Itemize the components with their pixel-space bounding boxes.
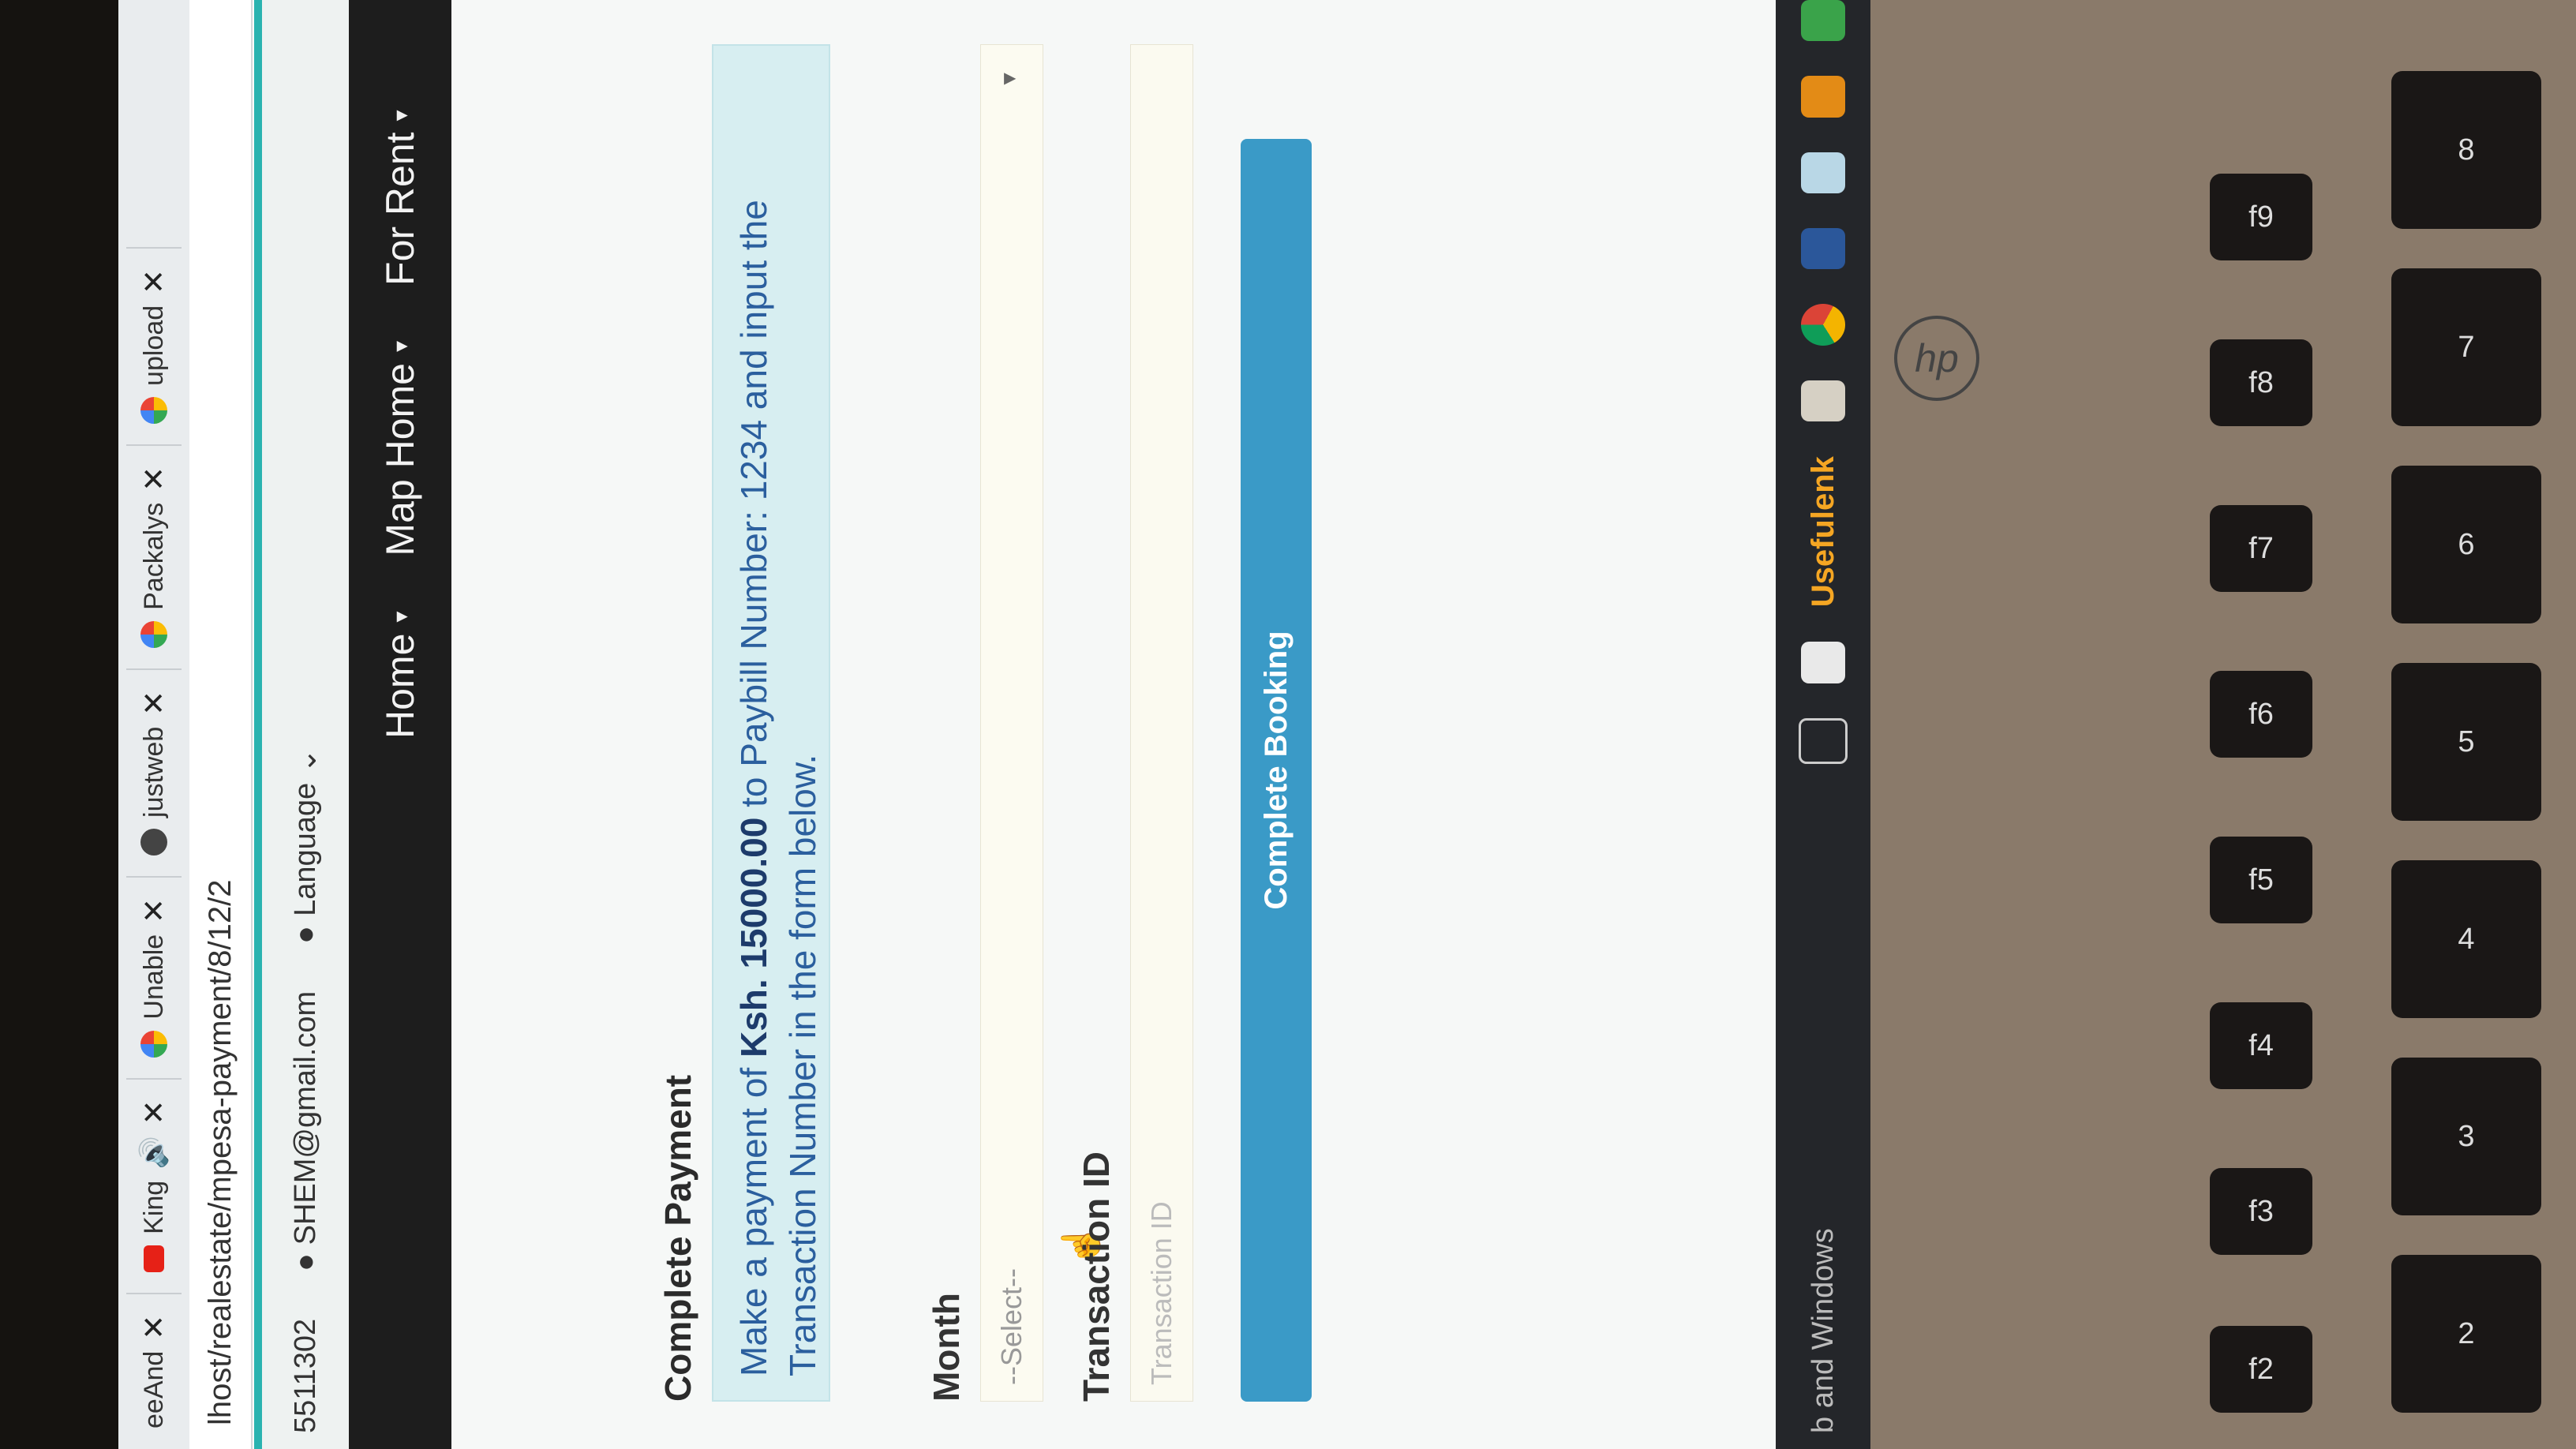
hp-logo: hp: [1894, 316, 1979, 401]
month-select-value: --Select--: [995, 1267, 1028, 1385]
language-label: Language: [288, 782, 322, 916]
nav-home-label: Home: [378, 633, 422, 739]
key-7: 7: [2391, 268, 2541, 426]
tab-3-label: justweb: [138, 726, 169, 818]
google-icon: [140, 1030, 167, 1058]
globe-icon: ●: [288, 925, 322, 944]
app-icon-green[interactable]: [1801, 0, 1845, 42]
transaction-id-input[interactable]: Transaction ID: [1130, 44, 1193, 1402]
screen: eeAnd ✕ King 🔊 ✕ Unable ✕ justweb ✕ Pack…: [118, 0, 1870, 1449]
transaction-id-placeholder: Transaction ID: [1145, 1201, 1178, 1385]
close-icon[interactable]: ✕: [137, 1100, 172, 1125]
chat-icon: ●: [288, 1252, 322, 1271]
chevron-down-icon: ⌄: [289, 747, 323, 773]
taskbar-search[interactable]: b and Windows: [1807, 799, 1840, 1433]
phone-number: 5511302: [288, 1318, 322, 1433]
month-label: Month: [926, 1293, 967, 1402]
key-f9: f9: [2210, 174, 2312, 260]
nav-map-home[interactable]: Map Home ▾: [377, 341, 423, 556]
tab-0[interactable]: eeAnd ✕: [126, 1292, 182, 1449]
email-text: SHEM@gmail.com: [288, 990, 322, 1245]
tab-1[interactable]: King 🔊 ✕: [126, 1077, 182, 1293]
language-selector[interactable]: ● Language ⌄: [288, 748, 324, 944]
info-prefix: Make a payment of: [733, 1058, 774, 1376]
file-explorer-icon[interactable]: [1801, 380, 1845, 422]
tab-2[interactable]: Unable ✕: [126, 875, 182, 1078]
key-2: 2: [2391, 1255, 2541, 1413]
usefulenk-label: Usefulenk: [1805, 456, 1840, 608]
dropdown-arrow-icon: ▼: [997, 69, 1020, 89]
app-icon[interactable]: [1801, 76, 1845, 118]
nav-for-rent[interactable]: For Rent ▾: [377, 110, 423, 286]
close-icon[interactable]: ✕: [137, 898, 172, 923]
address-text: lhost/realestate/mpesa-payment/8/12/2: [202, 879, 238, 1425]
close-icon[interactable]: ✕: [137, 466, 172, 492]
globe-icon: [140, 828, 167, 856]
close-icon[interactable]: ✕: [137, 691, 172, 716]
audio-icon[interactable]: 🔊: [138, 1136, 170, 1169]
nav-home[interactable]: Home ▾: [377, 612, 423, 739]
usefulenk-app[interactable]: Usefulenk: [1806, 456, 1841, 607]
payment-instructions: Make a payment of Ksh. 15000.00 to Paybi…: [712, 44, 830, 1402]
caret-down-icon: ▾: [388, 340, 413, 353]
tab-2-label: Unable: [138, 934, 169, 1020]
accent-divider: [254, 0, 262, 1449]
taskbar-search-text: b and Windows: [1806, 1228, 1840, 1433]
key-8: 8: [2391, 71, 2541, 229]
word-icon[interactable]: [1801, 228, 1845, 270]
tab-5-label: upload: [138, 305, 169, 386]
tab-4-label: Packalys: [138, 502, 169, 610]
key-4: 4: [2391, 860, 2541, 1018]
key-3: 3: [2391, 1058, 2541, 1215]
key-f8: f8: [2210, 339, 2312, 426]
photos-icon[interactable]: [1801, 152, 1845, 194]
key-f5: f5: [2210, 837, 2312, 923]
transaction-id-label: Transaction ID: [1076, 1151, 1117, 1402]
month-select[interactable]: --Select-- ▼: [980, 44, 1043, 1402]
payment-amount: Ksh. 15000.00: [733, 817, 774, 1058]
page-title: Complete Payment: [657, 1074, 698, 1402]
tab-strip: eeAnd ✕ King 🔊 ✕ Unable ✕ justweb ✕ Pack…: [118, 0, 189, 1449]
youtube-icon: [144, 1245, 164, 1272]
close-icon[interactable]: ✕: [137, 269, 172, 294]
tab-3[interactable]: justweb ✕: [126, 668, 182, 876]
main-nav: Home ▾ Map Home ▾ For Rent ▾: [349, 0, 451, 1449]
caret-down-icon: ▾: [388, 611, 413, 623]
email-address[interactable]: ● SHEM@gmail.com: [289, 991, 323, 1271]
google-icon: [140, 396, 167, 424]
windows-taskbar: b and Windows Usefulenk: [1776, 0, 1870, 1449]
tab-4[interactable]: Packalys ✕: [126, 444, 182, 668]
key-f3: f3: [2210, 1168, 2312, 1255]
key-6: 6: [2391, 466, 2541, 623]
caret-down-icon: ▾: [388, 110, 413, 122]
task-view-icon[interactable]: [1799, 717, 1848, 764]
store-icon[interactable]: [1801, 642, 1845, 683]
nav-for-rent-label: For Rent: [378, 132, 422, 286]
tab-1-label: King: [138, 1180, 169, 1234]
key-f4: f4: [2210, 1002, 2312, 1089]
close-icon[interactable]: ✕: [137, 1315, 172, 1340]
address-bar[interactable]: lhost/realestate/mpesa-payment/8/12/2: [189, 0, 253, 1449]
chrome-icon[interactable]: [1801, 304, 1845, 346]
site-topbar: 5511302 ● SHEM@gmail.com ● Language ⌄: [262, 0, 349, 1449]
tab-5[interactable]: upload ✕: [126, 247, 182, 444]
laptop-bezel: [0, 0, 118, 1449]
page-content: Complete Payment Make a payment of Ksh. …: [451, 0, 1870, 1449]
tab-0-label: eeAnd: [138, 1350, 169, 1428]
key-f6: f6: [2210, 671, 2312, 758]
nav-map-home-label: Map Home: [378, 363, 422, 556]
key-f7: f7: [2210, 505, 2312, 592]
google-icon: [140, 620, 167, 648]
key-5: 5: [2391, 663, 2541, 821]
browser-page: eeAnd ✕ King 🔊 ✕ Unable ✕ justweb ✕ Pack…: [118, 0, 1870, 1449]
complete-booking-label: Complete Booking: [1258, 631, 1294, 910]
key-f2: f2: [2210, 1326, 2312, 1413]
complete-booking-button[interactable]: Complete Booking: [1241, 139, 1312, 1402]
